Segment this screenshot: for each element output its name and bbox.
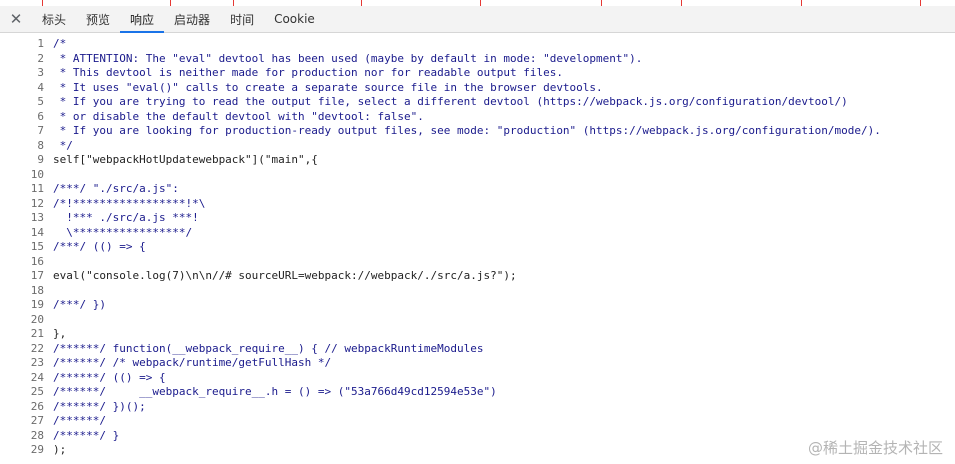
line-number: 23 xyxy=(30,356,44,369)
line-text: * This devtool is neither made for produ… xyxy=(53,66,563,79)
tab-initiator[interactable]: 启动器 xyxy=(164,6,220,32)
line-text: * If you are looking for production-read… xyxy=(53,124,881,137)
line-text: /******/ } xyxy=(53,428,120,442)
code-line: 17 eval("console.log(7)\n\n//# sourceURL=… xyxy=(0,269,517,284)
line-number: 19 xyxy=(30,298,44,311)
code-line: 15 /***/ (() => { xyxy=(0,240,146,255)
code-line: 10 xyxy=(0,168,53,183)
line-text: ); xyxy=(53,443,67,456)
code-line: 24 /******/ (() => { xyxy=(0,371,166,386)
code-line: 14 \*****************/ xyxy=(0,226,192,241)
line-number: 28 xyxy=(30,428,44,442)
line-text: /***/ }) xyxy=(53,298,106,311)
line-text: /******/ function(__webpack_require__) {… xyxy=(53,341,484,355)
code-line: 9 self["webpackHotUpdatewebpack"]("main",… xyxy=(0,153,318,168)
code-line: 7 * If you are looking for production-re… xyxy=(0,124,881,139)
tab-cookies[interactable]: Cookie xyxy=(264,6,325,32)
response-code-viewer[interactable]: 1 /* 2 * ATTENTION: The "eval" devtool has… xyxy=(0,33,955,464)
line-text: */ xyxy=(53,138,73,152)
line-number: 8 xyxy=(37,138,44,152)
line-number: 12 xyxy=(30,196,44,210)
code-line: 26 /******/ })(); xyxy=(0,400,146,415)
line-text: * ATTENTION: The "eval" devtool has been… xyxy=(53,51,643,65)
line-number: 10 xyxy=(30,167,44,181)
watermark: @稀土掘金技术社区 xyxy=(807,439,943,457)
code-line: 21}, xyxy=(0,327,67,342)
line-text: /******/ /* webpack/runtime/getFullHash … xyxy=(53,356,332,369)
tab-bar: ✕ 标头 预览 响应 启动器 时间 Cookie xyxy=(0,6,955,33)
code-line: 19 /***/ }) xyxy=(0,298,106,313)
code-line: 13 !*** ./src/a.js ***! xyxy=(0,211,199,226)
line-number: 2 xyxy=(37,51,44,65)
line-text: /******/ xyxy=(53,414,106,427)
code-line: 23 /******/ /* webpack/runtime/getFullHas… xyxy=(0,356,331,371)
line-number: 21 xyxy=(30,327,44,340)
line-number: 25 xyxy=(30,385,44,398)
tab-timing[interactable]: 时间 xyxy=(220,6,264,32)
code-line: 2 * ATTENTION: The "eval" devtool has be… xyxy=(0,52,642,67)
tab-response[interactable]: 响应 xyxy=(120,6,165,33)
code-line: 16 xyxy=(0,255,53,270)
line-text: /* xyxy=(53,37,67,50)
line-number: 6 xyxy=(37,109,44,123)
code-line: 8 */ xyxy=(0,139,73,154)
line-text: /***/ (() => { xyxy=(53,240,146,253)
line-number: 26 xyxy=(30,399,44,413)
line-number: 11 xyxy=(30,182,44,195)
devtools-response-panel: ✕ 标头 预览 响应 启动器 时间 Cookie 1 /* 2 * ATTENTIO… xyxy=(0,0,955,464)
code-line: 11 /***/ "./src/a.js": xyxy=(0,182,179,197)
code-line: 18 xyxy=(0,284,53,299)
line-number: 7 xyxy=(37,124,44,137)
code-line: 20 xyxy=(0,313,53,328)
code-line: 1 /* xyxy=(0,37,66,52)
code-line: 28 /******/ } xyxy=(0,429,119,444)
line-number: 16 xyxy=(30,254,44,268)
line-number: 20 xyxy=(30,312,44,326)
line-text: self["webpackHotUpdatewebpack"]("main",{ xyxy=(53,153,318,166)
line-number: 17 xyxy=(30,269,44,282)
code-line: 6 * or disable the default devtool with … xyxy=(0,110,424,125)
code-line: 3 * This devtool is neither made for pro… xyxy=(0,66,563,81)
line-number: 5 xyxy=(37,95,44,108)
line-text: * It uses "eval()" calls to create a sep… xyxy=(53,80,603,94)
line-number: 18 xyxy=(30,283,44,297)
tab-preview[interactable]: 预览 xyxy=(76,6,120,32)
line-text: /***/ "./src/a.js": xyxy=(53,182,179,195)
line-number: 13 xyxy=(30,211,44,224)
line-number: 29 xyxy=(30,443,44,456)
line-number: 15 xyxy=(30,240,44,253)
line-text: }, xyxy=(53,327,67,340)
line-number: 3 xyxy=(37,66,44,79)
code-line: 29); xyxy=(0,443,67,458)
line-number: 24 xyxy=(30,370,44,384)
code-line: 22 /******/ function(__webpack_require__)… xyxy=(0,341,484,357)
line-number: 1 xyxy=(37,37,44,50)
line-text: /******/ (() => { xyxy=(53,370,166,384)
line-text: * If you are trying to read the output f… xyxy=(53,95,848,108)
code-line: 25 /******/ __webpack_require__.h = () =>… xyxy=(0,385,497,400)
line-text: * or disable the default devtool with "d… xyxy=(53,109,424,123)
line-text: /*!*****************!*\ xyxy=(53,196,206,210)
code-line: 4 * It uses "eval()" calls to create a s… xyxy=(0,80,603,96)
line-text: /******/ })(); xyxy=(53,399,146,413)
line-number: 27 xyxy=(30,414,44,427)
line-number: 14 xyxy=(30,225,44,239)
code-line: 5 * If you are trying to read the output… xyxy=(0,95,848,110)
line-number: 22 xyxy=(30,341,44,355)
close-icon[interactable]: ✕ xyxy=(0,6,32,32)
tab-headers[interactable]: 标头 xyxy=(32,6,76,32)
line-number: 4 xyxy=(37,80,44,94)
line-text: !*** ./src/a.js ***! xyxy=(53,211,199,224)
line-text: eval("console.log(7)\n\n//# sourceURL=we… xyxy=(53,269,517,282)
line-text: /******/ __webpack_require__.h = () => (… xyxy=(53,385,497,398)
code-line: 27 /******/ xyxy=(0,414,106,429)
line-text: \*****************/ xyxy=(53,225,193,239)
code-line: 12 /*!*****************!*\ xyxy=(0,196,206,212)
line-number: 9 xyxy=(37,153,44,166)
